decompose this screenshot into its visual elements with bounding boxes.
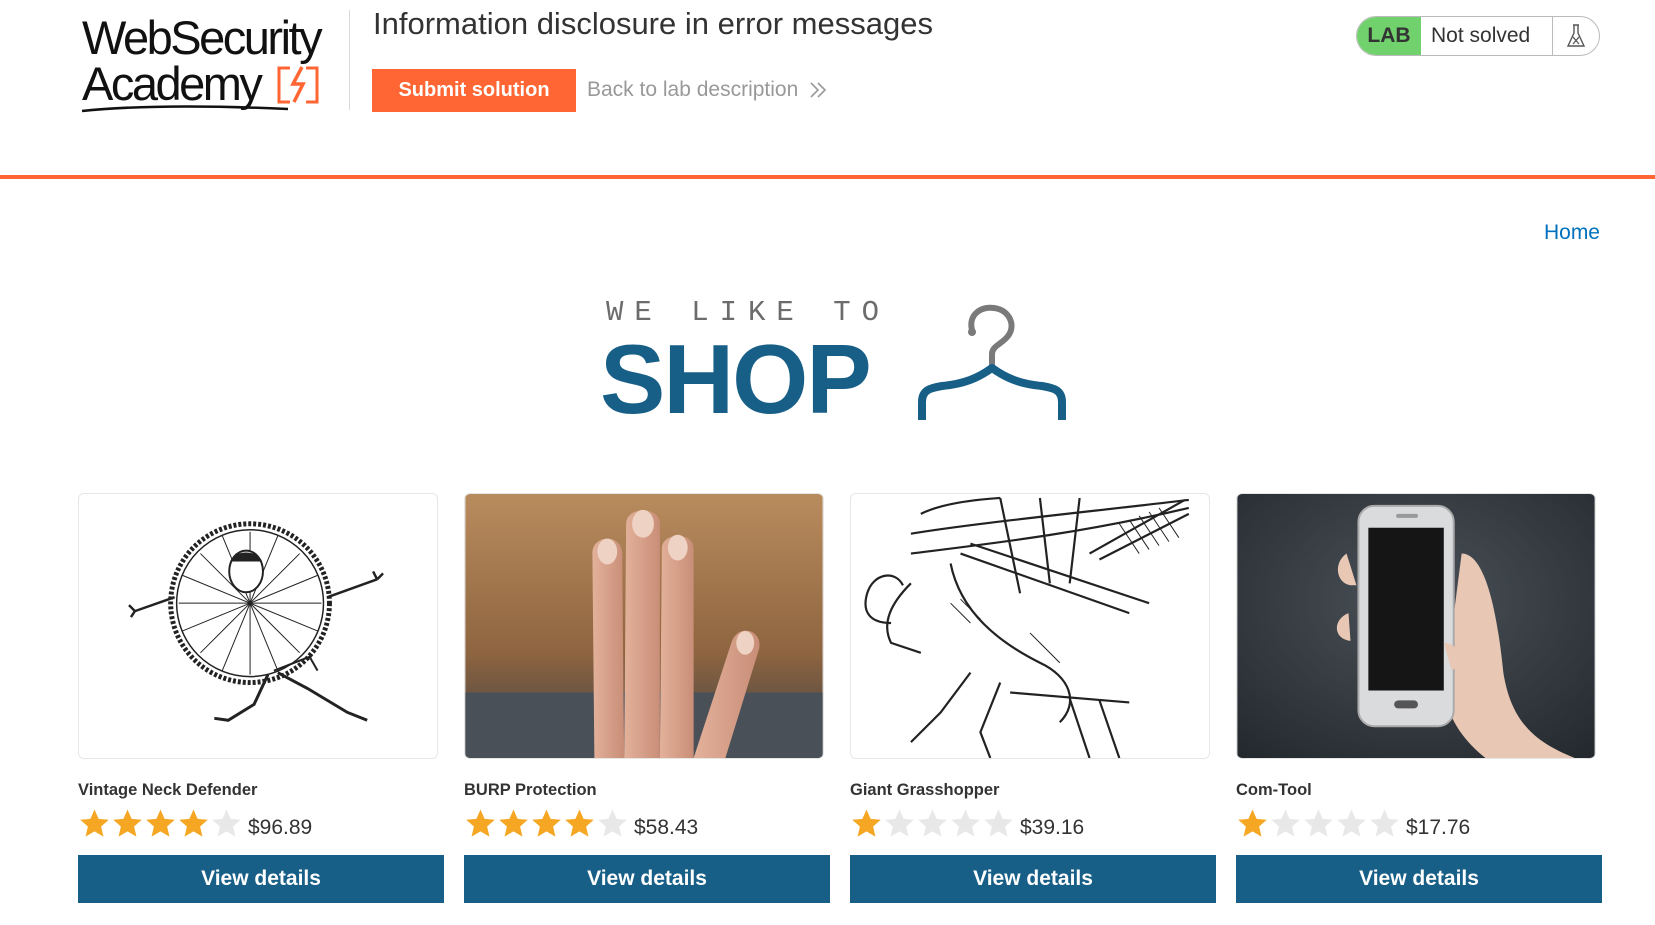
star-filled-icon [565, 808, 594, 837]
logo-line1: WebSecurity [82, 11, 323, 64]
back-to-lab-description-link[interactable]: Back to lab description [587, 78, 828, 102]
view-details-button[interactable]: View details [850, 855, 1216, 903]
lab-status-text: Not solved [1421, 17, 1553, 55]
product-name: Com-Tool [1236, 781, 1312, 799]
star-empty-icon [918, 808, 947, 837]
product-card: BURP Protection $58.43 View details [464, 493, 830, 903]
back-link-label: Back to lab description [587, 78, 799, 101]
star-empty-icon [1304, 808, 1333, 837]
hanger-icon [918, 304, 1066, 420]
lab-badge: LAB [1357, 17, 1421, 55]
hand-holding-phone-image [1237, 494, 1595, 758]
academy-header: WebSecurity Academy Information disclosu… [0, 0, 1655, 175]
star-empty-icon [1271, 808, 1300, 837]
we-like-to-shop-banner: WE LIKE TO SHOP [600, 296, 1080, 434]
product-image[interactable] [850, 493, 1210, 759]
vintage-neck-defender-image [79, 494, 437, 758]
star-filled-icon [499, 808, 528, 837]
product-image[interactable] [1236, 493, 1596, 759]
rating-row: $17.76 [1236, 805, 1602, 841]
star-filled-icon [1238, 808, 1267, 837]
product-name: Vintage Neck Defender [78, 781, 258, 799]
view-details-button[interactable]: View details [1236, 855, 1602, 903]
flask-icon [1553, 17, 1599, 55]
double-chevron-right-icon [810, 82, 827, 98]
star-filled-icon [146, 808, 175, 837]
product-name: Giant Grasshopper [850, 781, 1000, 799]
product-card: Giant Grasshopper $39.16 View details [850, 493, 1216, 903]
star-filled-icon [466, 808, 495, 837]
product-price: $58.43 [634, 816, 699, 839]
star-filled-icon [80, 808, 109, 837]
beard-hand-photo-image [465, 494, 823, 758]
rating-row: $58.43 [464, 805, 830, 841]
rating-row: $39.16 [850, 805, 1216, 841]
header-orange-rule [0, 175, 1655, 179]
grasshopper-rider-image [851, 494, 1209, 758]
star-filled-icon [113, 808, 142, 837]
web-security-academy-logo[interactable]: WebSecurity Academy [80, 10, 350, 113]
star-filled-icon [532, 808, 561, 837]
view-details-button[interactable]: View details [464, 855, 830, 903]
submit-solution-button[interactable]: Submit solution [372, 69, 576, 112]
logo-line2: Academy [82, 57, 263, 110]
star-rating [850, 807, 1015, 840]
star-rating [464, 807, 629, 840]
product-image[interactable] [464, 493, 824, 759]
header-divider [349, 10, 350, 110]
star-empty-icon [885, 808, 914, 837]
rating-row: $96.89 [78, 805, 444, 841]
star-empty-icon [951, 808, 980, 837]
star-rating [78, 807, 243, 840]
product-price: $39.16 [1020, 816, 1085, 839]
logo-underline [81, 105, 289, 113]
product-name: BURP Protection [464, 781, 597, 799]
star-empty-icon [598, 808, 627, 837]
star-empty-icon [212, 808, 241, 837]
product-price: $17.76 [1406, 816, 1471, 839]
lab-title: Information disclosure in error messages [373, 6, 933, 41]
lab-status-widget: LAB Not solved [1356, 16, 1600, 56]
star-filled-icon [179, 808, 208, 837]
star-filled-icon [852, 808, 881, 837]
view-details-button[interactable]: View details [78, 855, 444, 903]
product-image[interactable] [78, 493, 438, 759]
star-empty-icon [1370, 808, 1399, 837]
banner-main-text: SHOP [600, 324, 872, 434]
product-card: Com-Tool $17.76 View details [1236, 493, 1602, 903]
product-card: Vintage Neck Defender $96.89 View detail… [78, 493, 444, 903]
star-rating [1236, 807, 1401, 840]
star-empty-icon [1337, 808, 1366, 837]
star-empty-icon [984, 808, 1013, 837]
product-price: $96.89 [248, 816, 313, 839]
nav-home-link[interactable]: Home [1544, 221, 1600, 245]
